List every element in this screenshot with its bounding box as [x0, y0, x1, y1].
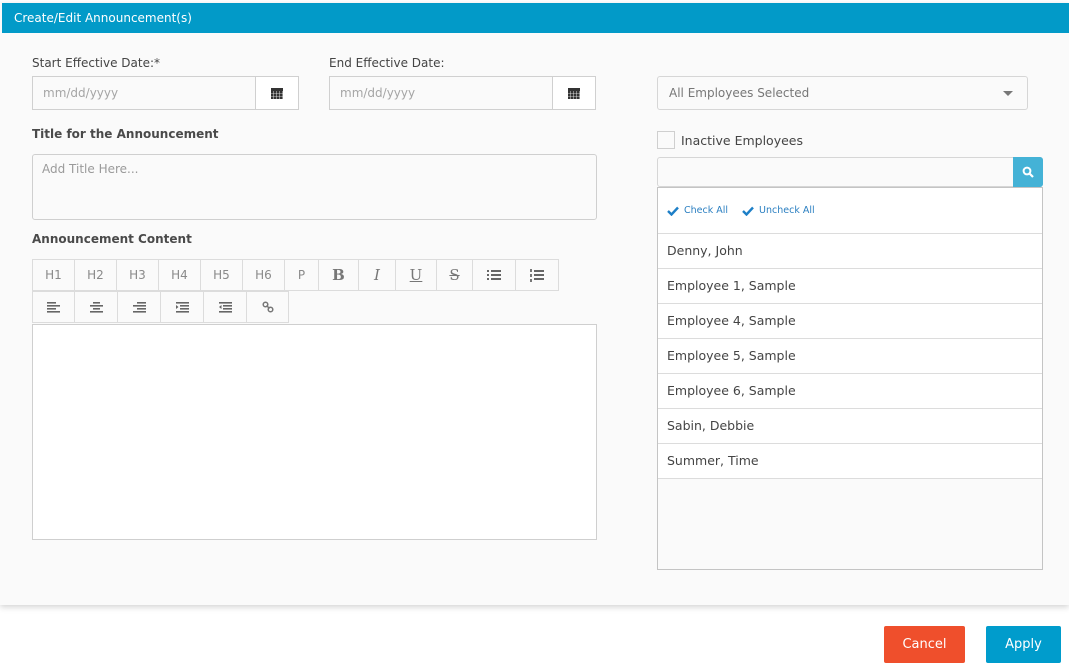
employee-list-item[interactable]: Employee 1, Sample: [658, 269, 1042, 304]
announcement-content-editor[interactable]: [32, 324, 597, 540]
employee-list-item[interactable]: Employee 6, Sample: [658, 374, 1042, 409]
start-date-label: Start Effective Date:*: [32, 56, 161, 70]
heading-4-button[interactable]: H4: [158, 259, 201, 291]
calendar-icon: [568, 87, 580, 99]
heading-6-button[interactable]: H6: [242, 259, 285, 291]
italic-button[interactable]: I: [358, 259, 396, 291]
align-left-icon: [47, 301, 60, 313]
uncheck-all-link[interactable]: Uncheck All: [742, 205, 815, 216]
announcement-title-input[interactable]: [32, 154, 597, 220]
employee-select-dropdown[interactable]: All Employees Selected: [657, 76, 1028, 110]
bullet-list-button[interactable]: [472, 259, 516, 291]
numbered-list-icon: [530, 268, 544, 282]
start-date-group: [32, 76, 299, 110]
check-all-link[interactable]: Check All: [667, 205, 728, 216]
underline-button[interactable]: U: [395, 259, 437, 291]
numbered-list-button[interactable]: [515, 259, 559, 291]
strikethrough-button[interactable]: S: [436, 259, 473, 291]
employee-list-item[interactable]: Sabin, Debbie: [658, 409, 1042, 444]
checkmark-icon: [742, 206, 754, 216]
cancel-button[interactable]: Cancel: [884, 626, 965, 663]
calendar-icon: [271, 87, 283, 99]
employee-select-value: All Employees Selected: [669, 86, 810, 100]
indent-icon: [175, 301, 189, 313]
employee-list: Check All Uncheck All Denny, John Employ…: [657, 187, 1043, 570]
employee-list-item[interactable]: Denny, John: [658, 234, 1042, 269]
outdent-icon: [218, 301, 232, 313]
employee-search-input[interactable]: [658, 158, 1013, 186]
employee-list-actions: Check All Uncheck All: [658, 188, 1042, 234]
checkmark-icon: [667, 206, 679, 216]
align-left-button[interactable]: [32, 291, 75, 323]
inactive-employees-label: Inactive Employees: [681, 132, 803, 148]
indent-button[interactable]: [160, 291, 204, 323]
bold-button[interactable]: B: [318, 259, 359, 291]
employee-list-item[interactable]: Summer, Time: [658, 444, 1042, 479]
search-icon: [1022, 166, 1034, 178]
bullet-list-icon: [487, 270, 501, 280]
align-center-icon: [89, 301, 103, 313]
link-button[interactable]: [246, 291, 289, 323]
modal-title: Create/Edit Announcement(s): [2, 3, 1069, 33]
inactive-employees-checkbox[interactable]: [657, 131, 675, 149]
link-icon: [261, 301, 274, 313]
inactive-employees-row: Inactive Employees: [657, 131, 803, 149]
employee-list-item[interactable]: Employee 4, Sample: [658, 304, 1042, 339]
heading-3-button[interactable]: H3: [116, 259, 159, 291]
title-label: Title for the Announcement: [32, 127, 219, 141]
editor-toolbar-row-1: H1 H2 H3 H4 H5 H6 P B I U S: [32, 259, 559, 291]
end-date-calendar-button[interactable]: [552, 77, 595, 109]
content-label: Announcement Content: [32, 232, 192, 246]
align-center-button[interactable]: [74, 291, 118, 323]
end-date-group: [329, 76, 596, 110]
employee-list-item[interactable]: Employee 5, Sample: [658, 339, 1042, 374]
chevron-down-icon: [1003, 91, 1013, 96]
align-right-button[interactable]: [117, 291, 161, 323]
end-date-input[interactable]: [330, 77, 552, 109]
editor-toolbar-row-2: [32, 291, 289, 323]
employee-search: [657, 157, 1043, 187]
outdent-button[interactable]: [203, 291, 247, 323]
heading-5-button[interactable]: H5: [200, 259, 243, 291]
start-date-input[interactable]: [33, 77, 255, 109]
heading-1-button[interactable]: H1: [32, 259, 75, 291]
employee-search-button[interactable]: [1013, 157, 1043, 187]
end-date-label: End Effective Date:: [329, 56, 445, 70]
announcement-modal: Create/Edit Announcement(s) Start Effect…: [0, 3, 1069, 605]
apply-button[interactable]: Apply: [986, 626, 1061, 663]
uncheck-all-label: Uncheck All: [759, 205, 815, 216]
align-right-icon: [132, 301, 146, 313]
start-date-calendar-button[interactable]: [255, 77, 298, 109]
check-all-label: Check All: [684, 205, 729, 216]
paragraph-button[interactable]: P: [284, 259, 319, 291]
heading-2-button[interactable]: H2: [74, 259, 117, 291]
